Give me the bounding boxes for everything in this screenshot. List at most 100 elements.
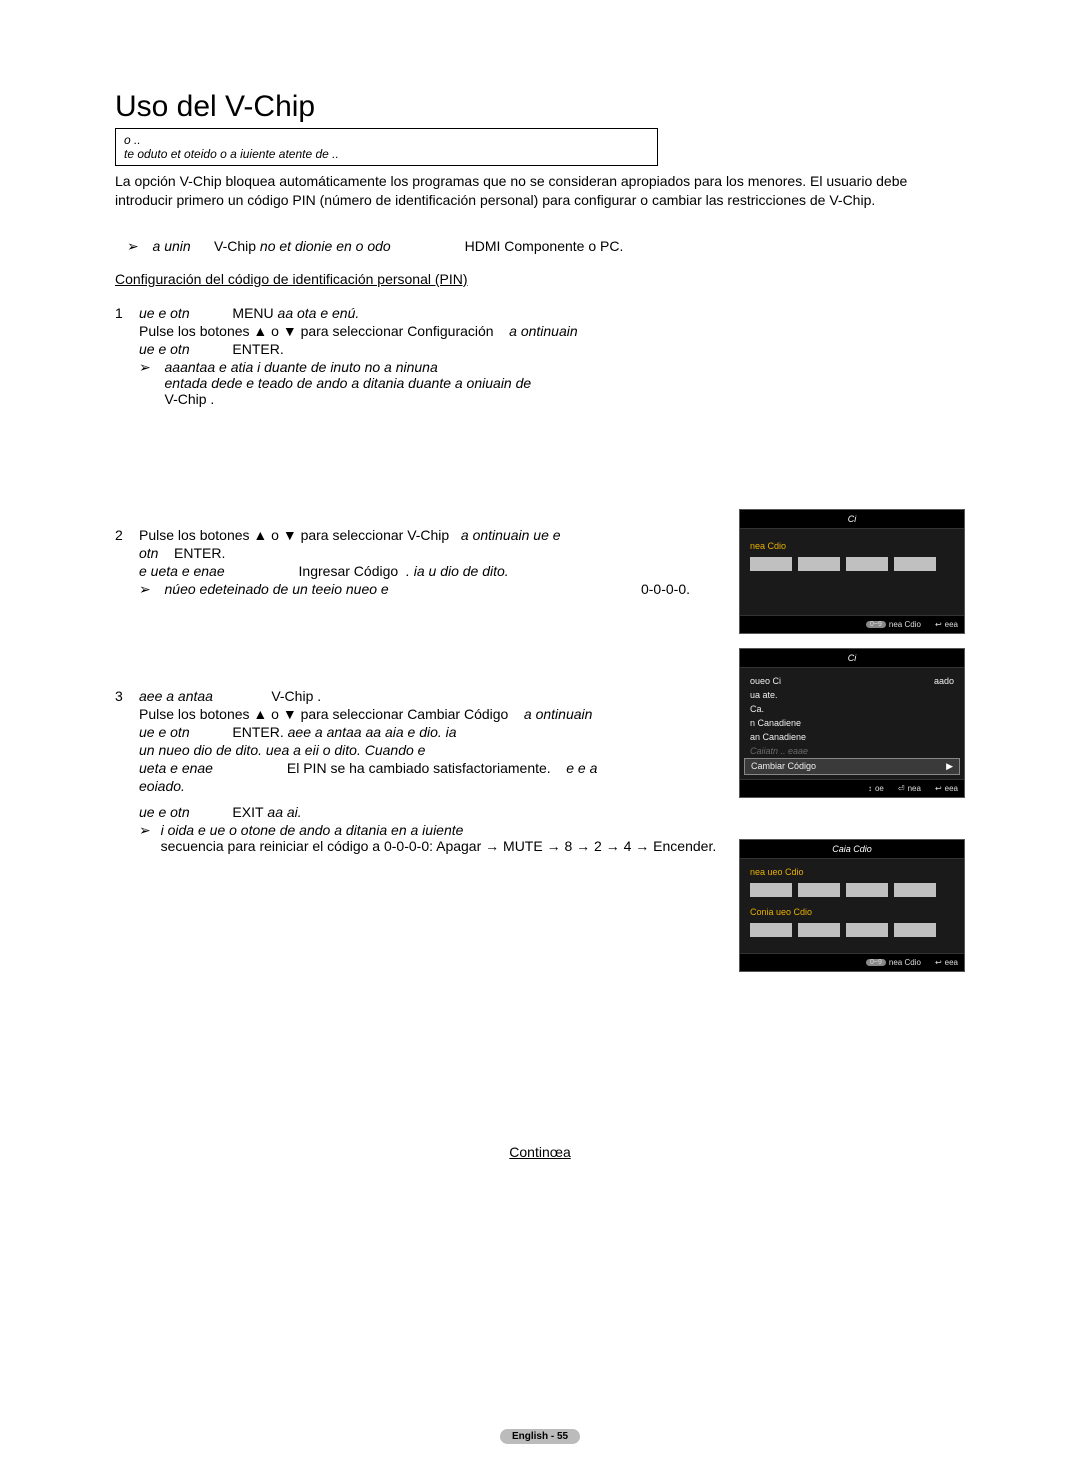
return-icon <box>935 784 942 793</box>
s3l5a: ueta e enae <box>139 760 213 776</box>
osd-label-new: nea ueo Cdio <box>750 867 954 877</box>
s2l2a: otn <box>139 545 158 561</box>
s3n2: secuencia para reiniciar el código a 0-0… <box>161 838 717 854</box>
osd-change-code: Caia Cdio nea ueo Cdio Conia ueo Cdio 0~… <box>739 839 965 972</box>
intro-text: La opción V-Chip bloquea automáticamente… <box>115 172 965 210</box>
footer-return: eea <box>935 620 958 629</box>
s3l5c: e e a <box>566 760 597 776</box>
s3l3c: aee a antaa aa aia e dio. ia <box>284 724 457 740</box>
subheading: Configuración del código de identificaci… <box>115 271 965 287</box>
return-icon <box>935 620 942 629</box>
arrow-icon: ➢ <box>139 581 151 598</box>
footer-enter: 0~9nea Cdio <box>866 958 921 967</box>
pin-box[interactable] <box>798 557 840 571</box>
menu-item-selected[interactable]: Cambiar Código▶ <box>744 758 960 775</box>
s1n2: entada dede e teado de ando a ditania du… <box>165 375 532 391</box>
notice-line1: o .. <box>124 133 649 147</box>
pin-box[interactable] <box>846 557 888 571</box>
osd-title: Caia Cdio <box>740 840 964 859</box>
menu-item-disabled: Caiiatn .. eaae <box>740 744 964 758</box>
s3l1b: V-Chip . <box>271 688 321 704</box>
s2code: 0-0-0-0. <box>641 581 730 597</box>
pin-box[interactable] <box>750 883 792 897</box>
osd-label-confirm: Conia ueo Cdio <box>750 907 954 917</box>
s1l3a: ue e otn <box>139 341 190 357</box>
pin-box[interactable] <box>798 923 840 937</box>
footer-move: oe <box>868 784 884 793</box>
modes-right: HDMI Componente o PC. <box>465 238 624 254</box>
pin-box[interactable] <box>894 557 936 571</box>
menu-item[interactable]: oueo Ciaado <box>740 674 964 688</box>
s2l1: Pulse los botones ▲ o ▼ para seleccionar… <box>139 527 449 543</box>
s1n1: aaantaa e atia i duante de inuto no a ni… <box>165 359 438 375</box>
page-number: English - 55 <box>0 1426 1080 1444</box>
continue-link: Continœa <box>115 1144 965 1160</box>
pin-row <box>750 883 954 897</box>
s2note: núeo edeteinado de un teeio nueo e <box>165 581 389 597</box>
step-num-1: 1 <box>115 305 139 407</box>
modes-lead: a unin <box>153 238 191 254</box>
pin-box[interactable] <box>750 557 792 571</box>
osd-title: Ci <box>740 510 964 529</box>
step-1: 1 ue e otn MENU aa ota e enú. Pulse los … <box>115 305 965 407</box>
s3l7c: aa ai. <box>264 804 302 820</box>
pin-box[interactable] <box>846 923 888 937</box>
osd-enter-code: Ci nea Cdio 0~9nea Cdio eea <box>739 509 965 634</box>
enter-icon <box>898 784 905 793</box>
osd-vchip-menu: Ci oueo Ciaado ua ate. Ca. n Canadiene a… <box>739 648 965 798</box>
footer-return: eea <box>935 958 958 967</box>
s2l1b: a ontinuain ue e <box>461 527 561 543</box>
osd-label: nea Cdio <box>750 541 954 551</box>
s3l6: eoiado. <box>139 778 185 794</box>
pin-row <box>750 557 954 571</box>
move-icon <box>868 784 872 793</box>
arrow-icon: ➢ <box>127 238 139 254</box>
s3l5b: El PIN se ha cambiado satisfactoriamente… <box>287 760 551 776</box>
s2l3b: Ingresar Código <box>299 563 399 579</box>
s3l3a: ue e otn <box>139 724 190 740</box>
s3l2: Pulse los botones ▲ o ▼ para seleccionar… <box>139 706 508 722</box>
pin-box[interactable] <box>894 923 936 937</box>
s2l3c: . ia u dio de dito. <box>406 563 509 579</box>
footer-enter: nea <box>898 784 921 793</box>
menu-item[interactable]: ua ate. <box>740 688 964 702</box>
s1l1b: MENU <box>232 305 273 321</box>
s2l2b: ENTER. <box>174 545 225 561</box>
step-num-2: 2 <box>115 527 139 598</box>
page-title: Uso del V-Chip <box>115 90 965 124</box>
s1l2: Pulse los botones ▲ o ▼ para seleccionar… <box>139 323 494 339</box>
pin-box[interactable] <box>846 883 888 897</box>
s3l1a: aee a antaa <box>139 688 213 704</box>
pin-box[interactable] <box>798 883 840 897</box>
pin-box[interactable] <box>750 923 792 937</box>
modes-mid: no et dionie en o odo <box>256 238 391 254</box>
s1l1a: ue e otn <box>139 305 190 321</box>
footer-return: eea <box>935 784 958 793</box>
osd-title: Ci <box>740 649 964 668</box>
arrow-icon: ➢ <box>139 359 151 376</box>
notice-box: o .. te oduto et oteido o a iuiente aten… <box>115 128 658 166</box>
s2l3a: e ueta e enae <box>139 563 225 579</box>
menu-item[interactable]: Ca. <box>740 702 964 716</box>
chevron-right-icon: ▶ <box>946 761 953 772</box>
s3l7a: ue e otn <box>139 804 190 820</box>
modes-vchip: V-Chip <box>214 238 256 254</box>
modes-row: ➢ a unin V-Chip no et dionie en o odo HD… <box>127 238 965 255</box>
footer-enter: 0~9nea Cdio <box>866 620 921 629</box>
s3l2b: a ontinuain <box>524 706 593 722</box>
s1l3b: ENTER. <box>232 341 283 357</box>
s1l2b: a ontinuain <box>509 323 578 339</box>
s3l3b: ENTER. <box>232 724 283 740</box>
s3l7b: EXIT <box>232 804 263 820</box>
notice-line2: te oduto et oteido o a iuiente atente de… <box>124 147 649 161</box>
return-icon <box>935 958 942 967</box>
menu-item[interactable]: an Canadiene <box>740 730 964 744</box>
step-num-3: 3 <box>115 688 139 854</box>
pin-row <box>750 923 954 937</box>
s1n3: V-Chip . <box>165 391 215 407</box>
s3n1: i oida e ue o otone de ando a ditania en… <box>161 822 464 838</box>
arrow-icon: ➢ <box>139 822 151 839</box>
s1l1c: aa ota e enú. <box>274 305 360 321</box>
menu-item[interactable]: n Canadiene <box>740 716 964 730</box>
pin-box[interactable] <box>894 883 936 897</box>
